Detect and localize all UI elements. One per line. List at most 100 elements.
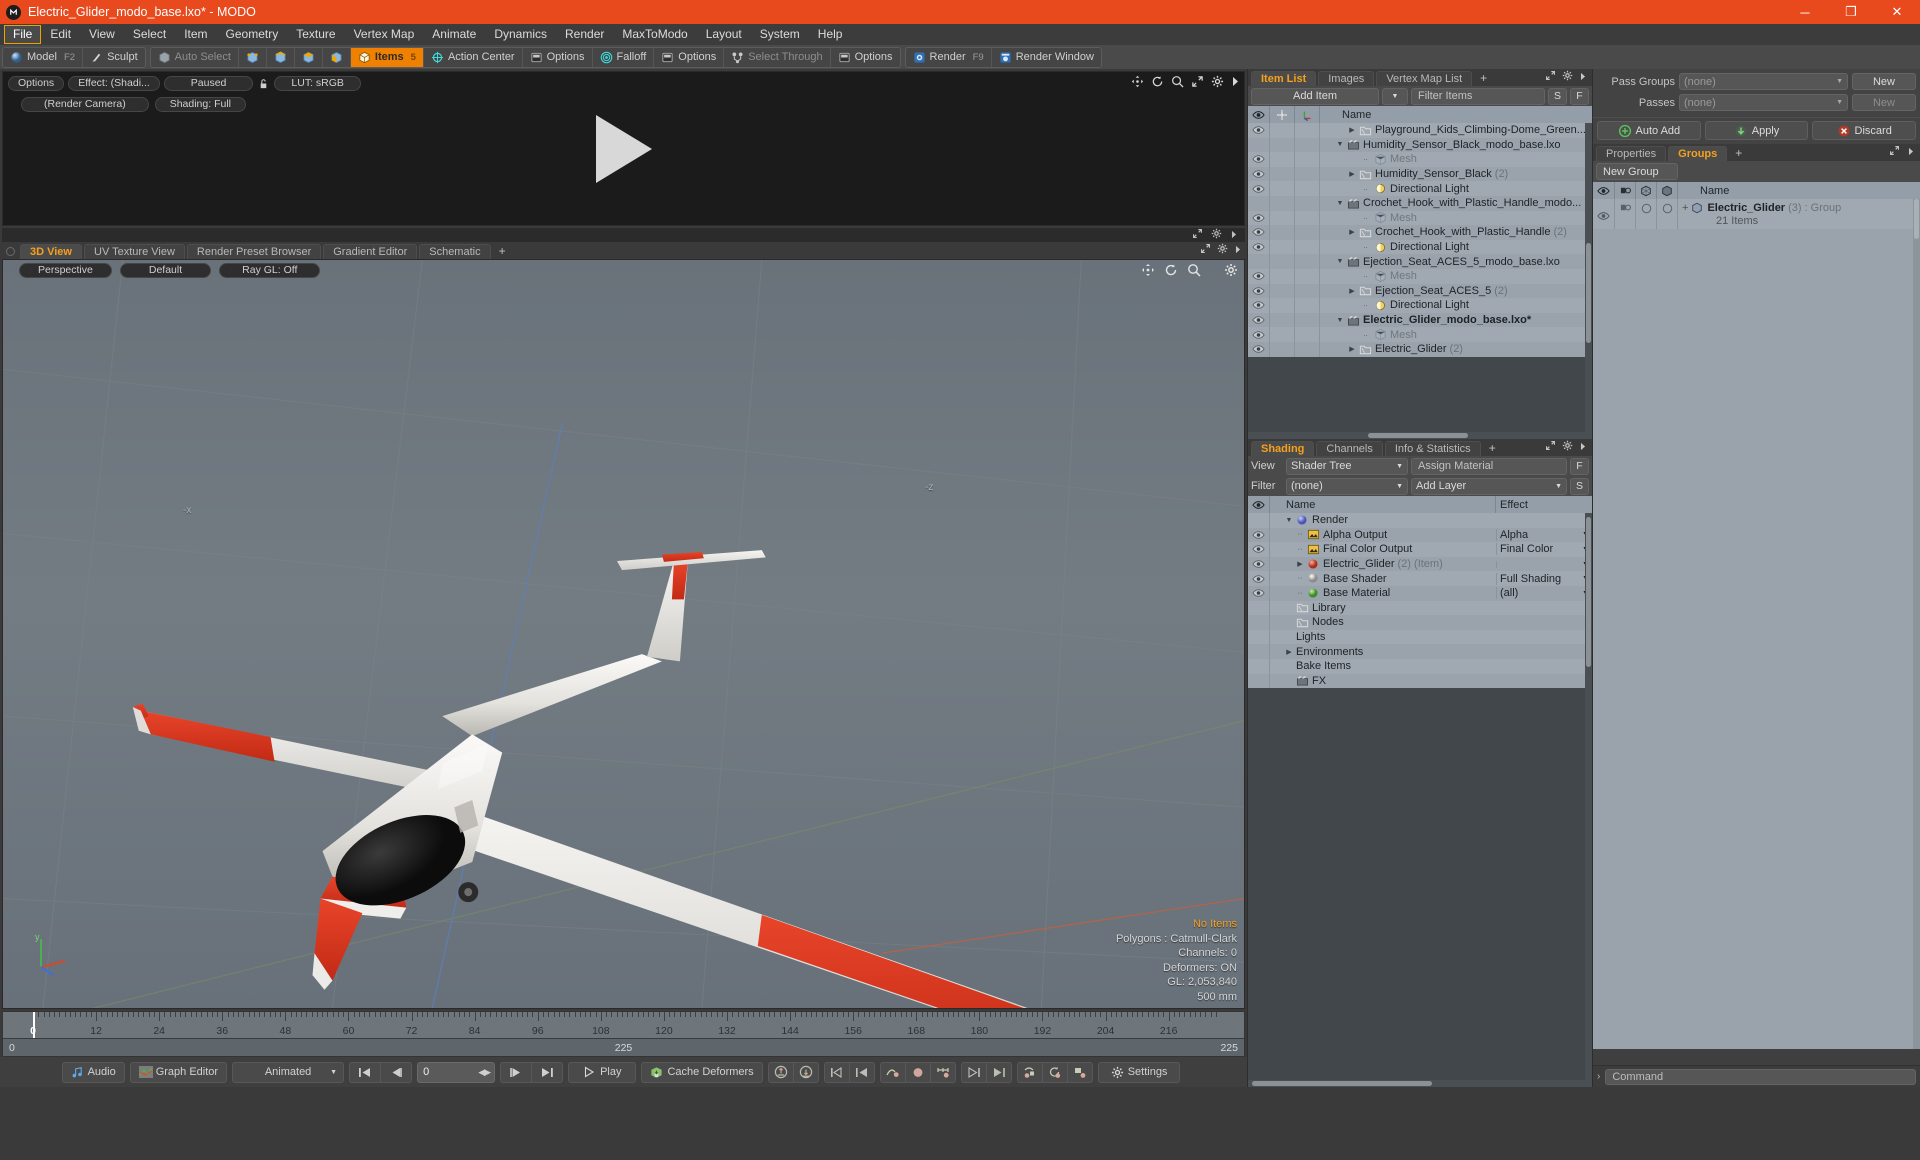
menu-item-layout[interactable]: Layout	[697, 25, 751, 44]
row-axis-cell[interactable]	[1295, 195, 1320, 211]
next-key-icon[interactable]	[960, 1061, 986, 1083]
shader-row-visibility-toggle[interactable]	[1248, 673, 1270, 689]
spinner-icon[interactable]: ◀▶	[478, 1067, 491, 1078]
row-lock-cell[interactable]	[1270, 137, 1295, 153]
tab-schematic[interactable]: Schematic	[419, 244, 491, 259]
tab-images[interactable]: Images	[1318, 71, 1375, 86]
row-axis-cell[interactable]	[1295, 298, 1320, 313]
item-list-row[interactable]: ·· Mesh	[1248, 268, 1592, 284]
toolbar-render-window-button[interactable]: Render Window	[992, 48, 1101, 67]
row-axis-cell[interactable]	[1295, 123, 1320, 138]
last-key-icon[interactable]	[985, 1061, 1012, 1083]
render-camera-button[interactable]: (Render Camera)	[21, 96, 149, 112]
gear-icon[interactable]	[1211, 75, 1224, 91]
auto-add-button[interactable]: Auto Add	[1597, 121, 1701, 140]
unlock-icon[interactable]	[257, 77, 270, 90]
chevron-right-icon[interactable]: ▶	[1348, 228, 1356, 236]
render-toggle-icon[interactable]	[1615, 182, 1636, 199]
tab-shading[interactable]: Shading	[1251, 441, 1315, 456]
zoom-icon[interactable]	[1187, 263, 1201, 280]
eye-icon[interactable]	[1248, 496, 1270, 513]
shader-tree-row[interactable]: ·· Final Color Output Final Color▼	[1248, 542, 1592, 557]
add-layer-dropdown[interactable]: Add Layer ▼	[1411, 477, 1567, 495]
tab-add[interactable]: +	[493, 244, 512, 258]
row-axis-cell[interactable]	[1295, 268, 1320, 284]
tab-3d-view[interactable]: 3D View	[20, 244, 82, 259]
groups-body[interactable]: + Electric_Glider (3) : Group 21 Items	[1593, 199, 1920, 1049]
passes-new-button[interactable]: New	[1852, 94, 1916, 111]
shader-row-visibility-toggle[interactable]	[1248, 513, 1270, 528]
item-list-row[interactable]: ▼ Humidity_Sensor_Black_modo_base.lxo	[1248, 137, 1592, 153]
render-options-button[interactable]: Options	[8, 75, 65, 91]
delete-key-icon[interactable]	[1066, 1061, 1093, 1083]
row-visibility-toggle[interactable]	[1248, 327, 1270, 342]
prev-key-icon[interactable]	[823, 1061, 849, 1083]
groups-scrollbar[interactable]	[1913, 199, 1920, 1049]
row-visibility-toggle[interactable]	[1248, 283, 1270, 299]
shader-tree-row[interactable]: ·· Alpha Output Alpha▼	[1248, 527, 1592, 543]
row-lock-cell[interactable]	[1270, 283, 1295, 299]
render-shading-button[interactable]: Shading: Full	[154, 96, 246, 112]
go-to-start-button[interactable]	[349, 1061, 381, 1083]
row-axis-cell[interactable]	[1295, 166, 1320, 182]
menu-item-vertex-map[interactable]: Vertex Map	[345, 25, 424, 44]
row-visibility-toggle[interactable]	[1248, 195, 1270, 211]
shade-icon[interactable]	[1657, 182, 1678, 199]
expand-plus-icon[interactable]: +	[1682, 202, 1688, 214]
row-visibility-toggle[interactable]	[1248, 312, 1270, 328]
add-item-dropdown[interactable]: ▼	[1382, 87, 1408, 105]
toolbar-polygon-button[interactable]	[295, 47, 323, 67]
shader-row-visibility-toggle[interactable]	[1248, 658, 1270, 674]
item-list-row[interactable]: ▶ Crochet_Hook_with_Plastic_Handle (2)	[1248, 225, 1592, 240]
shader-row-visibility-toggle[interactable]	[1248, 556, 1270, 572]
command-input[interactable]: Command	[1605, 1068, 1916, 1085]
auto-key-icon[interactable]	[1016, 1061, 1042, 1083]
shading-f-button[interactable]: F	[1570, 457, 1589, 475]
row-axis-cell[interactable]	[1295, 327, 1320, 342]
fit-icon[interactable]	[1889, 145, 1900, 159]
passes-dropdown[interactable]: (none) ▼	[1679, 94, 1848, 111]
tab-uv-texture-view[interactable]: UV Texture View	[84, 244, 185, 259]
fit-icon[interactable]	[1192, 228, 1203, 242]
row-axis-cell[interactable]	[1295, 254, 1320, 269]
toolbar-material-button[interactable]	[323, 47, 351, 67]
menu-item-render[interactable]: Render	[556, 25, 613, 44]
row-axis-cell[interactable]	[1295, 152, 1320, 167]
viewport-preset-button[interactable]: Default	[119, 262, 212, 278]
shader-row-visibility-toggle[interactable]	[1248, 542, 1270, 557]
wire-icon[interactable]	[1636, 182, 1657, 199]
tab-add[interactable]: +	[1483, 441, 1502, 455]
row-lock-cell[interactable]	[1270, 298, 1295, 313]
item-list-row[interactable]: ▼ Ejection_Seat_ACES_5_modo_base.lxo	[1248, 254, 1592, 269]
pass-groups-new-button[interactable]: New	[1852, 73, 1916, 90]
menu-item-edit[interactable]: Edit	[41, 25, 80, 44]
row-visibility-toggle[interactable]	[1248, 268, 1270, 284]
row-visibility-toggle[interactable]	[1248, 225, 1270, 240]
group-eye-toggle[interactable]	[1593, 199, 1615, 229]
add-item-button[interactable]: Add Item	[1251, 87, 1379, 105]
shader-row-visibility-toggle[interactable]	[1248, 615, 1270, 630]
shader-effect-cell[interactable]: Final Color▼	[1496, 543, 1592, 556]
shader-effect-cell[interactable]: ▼	[1496, 560, 1592, 568]
fit-icon[interactable]	[1191, 75, 1204, 91]
fit-icon[interactable]	[1200, 243, 1211, 257]
shader-tree-row[interactable]: ·· Base Shader Full Shading▼	[1248, 571, 1592, 586]
row-visibility-toggle[interactable]	[1248, 166, 1270, 182]
toolbar-select-through-button[interactable]: Select Through	[724, 47, 831, 67]
shader-row-visibility-toggle[interactable]	[1248, 644, 1270, 659]
row-visibility-toggle[interactable]	[1248, 152, 1270, 167]
axis-icon[interactable]	[1295, 106, 1320, 123]
tab-add[interactable]: +	[1474, 71, 1493, 85]
animation-mode-dropdown[interactable]: Animated ▼	[232, 1061, 345, 1083]
range-key-icon[interactable]	[929, 1061, 956, 1083]
menu-item-system[interactable]: System	[751, 25, 809, 44]
render-lut-button[interactable]: LUT: sRGB	[274, 75, 361, 91]
minimize-button[interactable]: ─	[1782, 0, 1828, 24]
chevron-right-icon[interactable]	[1579, 440, 1587, 454]
row-axis-cell[interactable]	[1295, 137, 1320, 153]
item-list-row[interactable]: ▶ Playground_Kids_Climbing-Dome_Green...	[1248, 123, 1592, 138]
item-list-row[interactable]: ·· Directional Light	[1248, 181, 1592, 196]
toolbar-action-center-button[interactable]: Action Center	[424, 47, 523, 67]
chevron-right-icon[interactable]: ▶	[1296, 560, 1304, 568]
row-lock-cell[interactable]	[1270, 166, 1295, 182]
